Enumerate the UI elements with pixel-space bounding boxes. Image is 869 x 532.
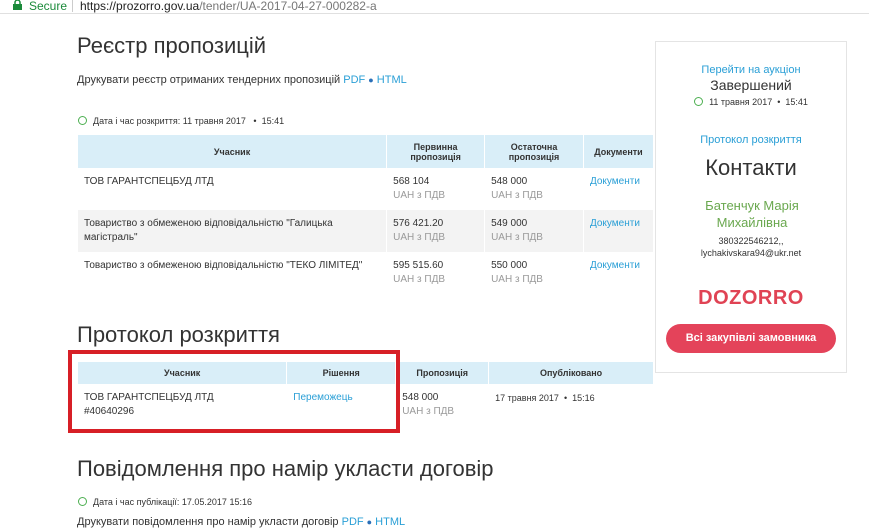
separator-dot: ● bbox=[368, 75, 374, 85]
clock-icon bbox=[78, 116, 87, 125]
table-row: ТОВ ГАРАНТСПЕЦБУД ЛТД 568 104 UAH з ПДВ 5… bbox=[78, 168, 655, 210]
contact-details: 380322546212,, lychakivskara94@ukr.net bbox=[656, 235, 846, 259]
registry-pdf-link[interactable]: PDF bbox=[343, 74, 365, 86]
initial-amount: 568 104 bbox=[393, 176, 430, 187]
initial-offer: 576 421.20 UAH з ПДВ bbox=[386, 210, 486, 252]
dozorro-logo[interactable]: DOZORRO bbox=[656, 287, 846, 310]
notice-published: Дата і час публікації: 17.05.2017 15:16 bbox=[78, 497, 252, 507]
url-separator bbox=[72, 0, 73, 12]
final-offer: 550 000 UAH з ПДВ bbox=[484, 252, 584, 294]
documents-cell: Документи bbox=[583, 168, 655, 210]
participant-name: Товариство з обмеженою відповідальністю … bbox=[78, 252, 388, 294]
auction-date-text: 11 травня 2017 bbox=[709, 97, 773, 107]
registry-title: Реєстр пропозицій bbox=[77, 33, 267, 58]
final-vat: UAH з ПДВ bbox=[491, 190, 543, 201]
participant-name: ТОВ ГАРАНТСПЕЦБУД ЛТД bbox=[78, 168, 388, 210]
contact-phone: 380322546212,, bbox=[718, 236, 784, 246]
clock-icon bbox=[78, 497, 87, 506]
final-amount: 550 000 bbox=[491, 260, 528, 271]
final-offer: 549 000 UAH з ПДВ bbox=[484, 210, 584, 252]
col-documents: Документи bbox=[583, 135, 655, 168]
published-time: 15:16 bbox=[572, 393, 595, 403]
documents-cell: Документи bbox=[583, 252, 655, 294]
notice-print-line: Друкувати повідомлення про намір укласти… bbox=[77, 516, 405, 528]
url-host: https://prozorro.gov.ua bbox=[80, 0, 200, 13]
contact-email[interactable]: lychakivskara94@ukr.net bbox=[656, 247, 846, 259]
table-row: Товариство з обмеженою відповідальністю … bbox=[78, 252, 655, 294]
documents-link[interactable]: Документи bbox=[590, 260, 640, 271]
final-amount: 548 000 bbox=[491, 176, 528, 187]
protocol-title: Протокол розкриття bbox=[77, 322, 280, 347]
highlight-box bbox=[68, 350, 400, 433]
table-row: Товариство з обмеженою відповідальністю … bbox=[78, 210, 655, 252]
contacts-title: Контакти bbox=[705, 155, 797, 180]
auction-link[interactable]: Перейти на аукціон bbox=[656, 64, 846, 76]
url-path: /tender/UA-2017-04-27-000282-a bbox=[199, 0, 377, 13]
opening-label: Дата і час розкриття: 11 травня 2017 bbox=[93, 116, 246, 126]
lock-icon bbox=[13, 0, 22, 10]
published-sep: • bbox=[563, 393, 568, 403]
auction-status: Завершений bbox=[710, 77, 792, 93]
opening-time: 15:41 bbox=[261, 116, 285, 126]
initial-vat: UAH з ПДВ bbox=[393, 232, 446, 243]
registry-print-text: Друкувати реєстр отриманих тендерних про… bbox=[77, 74, 341, 86]
initial-amount: 595 515.60 bbox=[393, 260, 444, 271]
initial-amount: 576 421.20 bbox=[393, 218, 444, 229]
initial-offer: 568 104 UAH з ПДВ bbox=[386, 168, 486, 210]
secure-label: Secure bbox=[29, 0, 68, 13]
final-vat: UAH з ПДВ bbox=[491, 232, 543, 243]
notice-published-label: Дата і час публікації: 17.05.2017 15:16 bbox=[93, 497, 252, 507]
final-offer: 548 000 UAH з ПДВ bbox=[484, 168, 584, 210]
registry-html-link[interactable]: HTML bbox=[377, 74, 407, 86]
auction-date: 11 травня 2017 • 15:41 bbox=[656, 97, 846, 107]
contact-person: Батенчук Марія Михайлівна bbox=[705, 198, 799, 230]
initial-vat: UAH з ПДВ bbox=[393, 274, 446, 285]
protocol-link[interactable]: Протокол розкриття bbox=[656, 134, 846, 146]
registry-opening-date: Дата і час розкриття: 11 травня 2017 • 1… bbox=[78, 116, 284, 126]
published-date: 17 травня 2017 bbox=[495, 393, 559, 403]
address-bar[interactable]: Secure https://prozorro.gov.ua/tender/UA… bbox=[0, 0, 869, 14]
offer-vat: UAH з ПДВ bbox=[402, 406, 455, 417]
separator-dot: ● bbox=[366, 517, 373, 527]
participant-name: Товариство з обмеженою відповідальністю … bbox=[78, 210, 388, 252]
initial-offer: 595 515.60 UAH з ПДВ bbox=[386, 252, 486, 294]
auction-time: 15:41 bbox=[785, 97, 808, 107]
offer-cell: 548 000 UAH з ПДВ bbox=[395, 384, 490, 426]
documents-link[interactable]: Документи bbox=[590, 176, 640, 187]
documents-link[interactable]: Документи bbox=[590, 218, 640, 229]
col-initial: Первинна пропозиція bbox=[386, 135, 486, 168]
registry-table: Учасник Первинна пропозиція Остаточна пр… bbox=[78, 135, 655, 294]
registry-print-line: Друкувати реєстр отриманих тендерних про… bbox=[77, 74, 407, 86]
col-published: Опубліковано bbox=[488, 362, 654, 384]
col-participant: Учасник bbox=[78, 135, 388, 168]
opening-sep: • bbox=[253, 116, 257, 126]
col-final: Остаточна пропозиція bbox=[484, 135, 584, 168]
col-offer: Пропозиція bbox=[395, 362, 490, 384]
initial-vat: UAH з ПДВ bbox=[393, 190, 446, 201]
sidebar: Перейти на аукціон Завершений 11 травня … bbox=[655, 41, 847, 373]
offer-amount: 548 000 bbox=[402, 392, 439, 403]
clock-icon bbox=[694, 97, 704, 106]
all-purchases-button[interactable]: Всі закупівлі замовника bbox=[666, 324, 836, 353]
documents-cell: Документи bbox=[583, 210, 655, 252]
final-amount: 549 000 bbox=[491, 218, 528, 229]
published-cell: 17 травня 2017 • 15:16 bbox=[488, 384, 654, 426]
url-text[interactable]: https://prozorro.gov.ua/tender/UA-2017-0… bbox=[80, 0, 377, 12]
final-vat: UAH з ПДВ bbox=[491, 274, 543, 285]
notice-print-text: Друкувати повідомлення про намір укласти… bbox=[77, 516, 339, 528]
notice-pdf-link[interactable]: PDF bbox=[342, 516, 364, 528]
notice-title: Повідомлення про намір укласти договір bbox=[77, 456, 494, 481]
notice-html-link[interactable]: HTML bbox=[375, 516, 405, 528]
auction-date-sep: • bbox=[777, 97, 781, 107]
